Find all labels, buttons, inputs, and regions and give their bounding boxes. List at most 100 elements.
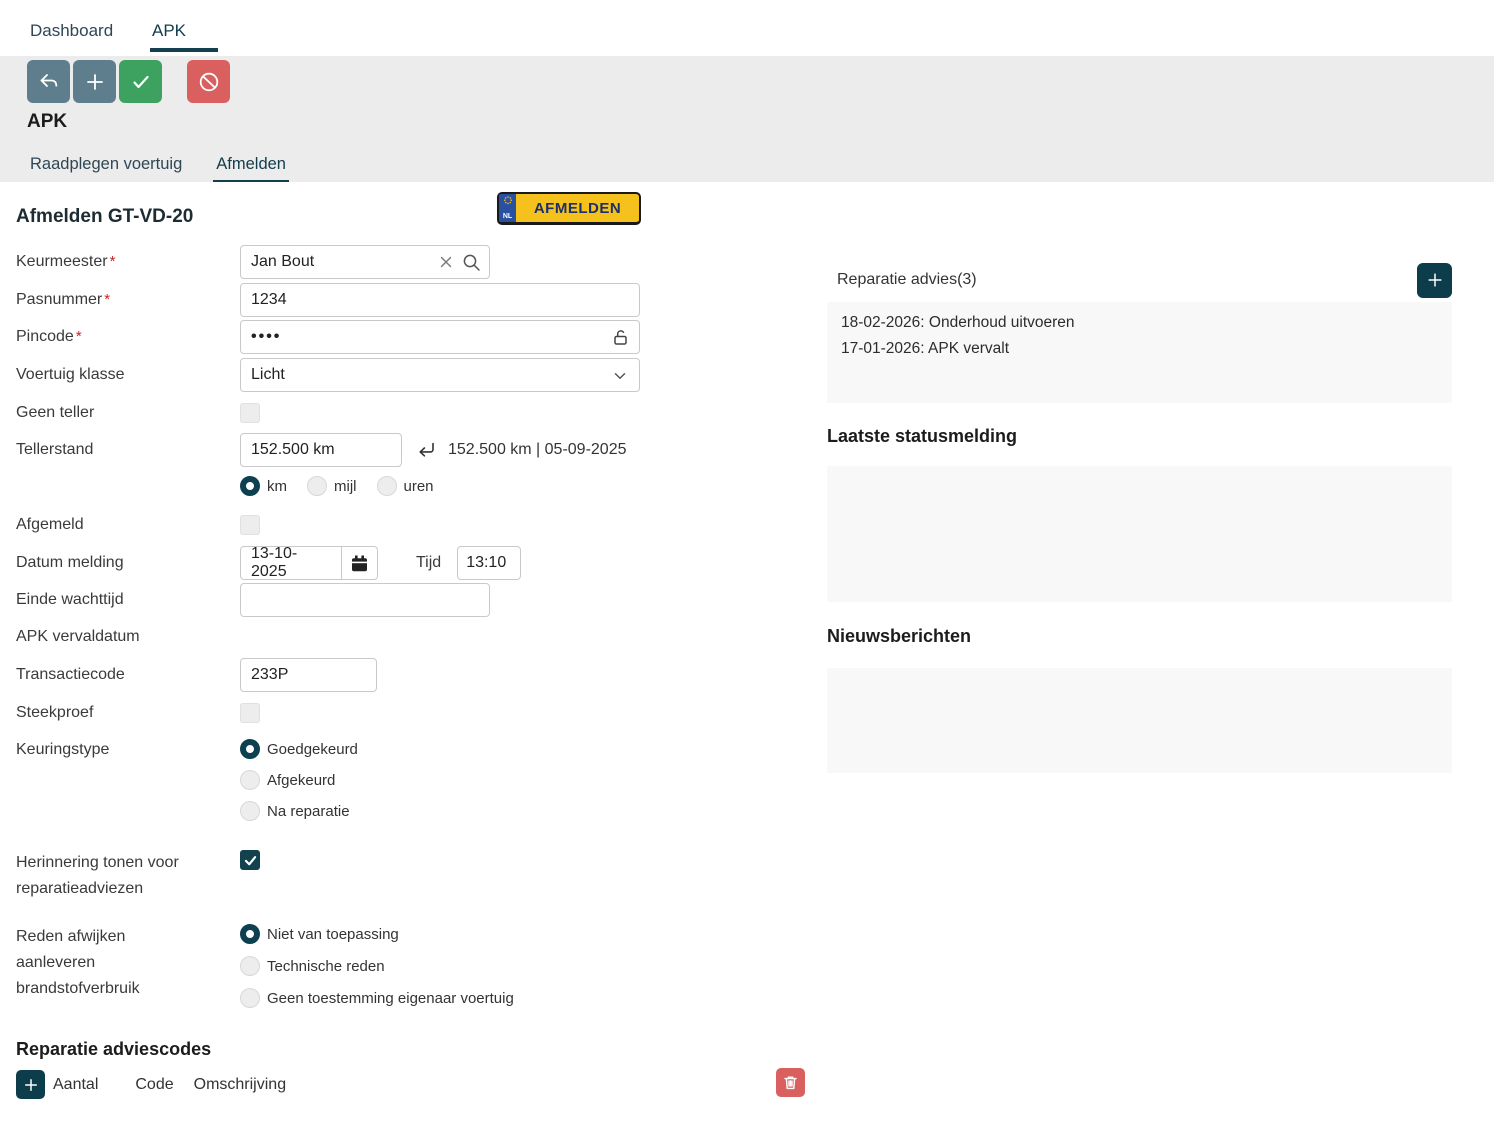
column-omschrijving: Omschrijving bbox=[194, 1076, 286, 1094]
apk-afmelden-screen: { "colors": { "accent_teal": "#0d3c4b", … bbox=[0, 0, 1494, 1143]
search-icon[interactable] bbox=[462, 253, 481, 272]
unit-option-km[interactable]: km bbox=[240, 476, 287, 496]
column-code: Code bbox=[135, 1076, 173, 1094]
add-reparatie-advies-button[interactable] bbox=[1417, 263, 1452, 298]
tijd-input[interactable] bbox=[457, 546, 521, 580]
voertuig-klasse-label: Voertuig klasse bbox=[16, 366, 240, 384]
add-button[interactable] bbox=[73, 60, 116, 103]
tellerstand-history: 152.500 km | 05-09-2025 bbox=[448, 441, 627, 459]
main-content: Afmelden GT-VD-20 NL AFMELDEN Keurmeeste… bbox=[0, 182, 1494, 1143]
unit-uren-label: uren bbox=[404, 478, 434, 495]
field-row-steekproef: Steekproef bbox=[16, 703, 260, 723]
plus-icon bbox=[83, 70, 107, 94]
copy-previous-value-icon[interactable] bbox=[416, 440, 436, 460]
field-row-einde-wachttijd: Einde wachttijd bbox=[16, 583, 490, 617]
field-row-reden-afwijken: Reden afwijken aanleveren brandstofverbr… bbox=[16, 924, 514, 1008]
pincode-label: Pincode* bbox=[16, 328, 240, 346]
field-row-datum-melding: Datum melding 13-10-2025 Tijd bbox=[16, 546, 521, 580]
field-row-voertuig-klasse: Voertuig klasse Licht bbox=[16, 358, 640, 392]
technische-reden-label: Technische reden bbox=[267, 958, 385, 975]
radio-uren[interactable] bbox=[377, 476, 397, 496]
column-aantal: Aantal bbox=[53, 1076, 98, 1094]
tellerstand-units: km mijl uren bbox=[240, 476, 434, 496]
geen-toestemming-label: Geen toestemming eigenaar voertuig bbox=[267, 990, 514, 1007]
keuringstype-option-afgekeurd[interactable]: Afgekeurd bbox=[240, 770, 358, 790]
herinnering-checkbox[interactable] bbox=[240, 850, 260, 870]
cancel-button[interactable] bbox=[187, 60, 230, 103]
action-toolbar bbox=[27, 60, 230, 103]
keurmeester-label: Keurmeester* bbox=[16, 253, 240, 271]
radio-geen-toestemming[interactable] bbox=[240, 988, 260, 1008]
goedgekeurd-label: Goedgekeurd bbox=[267, 741, 358, 758]
radio-na-reparatie[interactable] bbox=[240, 801, 260, 821]
field-row-transactiecode: Transactiecode bbox=[16, 658, 377, 692]
tellerstand-input[interactable] bbox=[240, 433, 402, 467]
radio-niet-van-toepassing[interactable] bbox=[240, 924, 260, 944]
einde-wachttijd-input[interactable] bbox=[240, 583, 490, 617]
unit-option-mijl[interactable]: mijl bbox=[307, 476, 357, 496]
reden-option-niet-van-toepassing[interactable]: Niet van toepassing bbox=[240, 924, 514, 944]
unlock-icon[interactable] bbox=[611, 328, 630, 347]
add-adviescode-button[interactable] bbox=[16, 1070, 45, 1099]
back-button[interactable] bbox=[27, 60, 70, 103]
reden-option-geen-toestemming[interactable]: Geen toestemming eigenaar voertuig bbox=[240, 988, 514, 1008]
subtab-afmelden[interactable]: Afmelden bbox=[213, 155, 289, 184]
plate-country-code: NL bbox=[503, 213, 512, 221]
plate-button-label: AFMELDEN bbox=[516, 194, 639, 222]
tab-dashboard[interactable]: Dashboard bbox=[30, 21, 113, 41]
voertuig-klasse-select[interactable]: Licht bbox=[240, 358, 640, 392]
pasnummer-label: Pasnummer* bbox=[16, 291, 240, 309]
afmelden-plate-button[interactable]: NL AFMELDEN bbox=[497, 192, 641, 225]
nieuwsberichten-title: Nieuwsberichten bbox=[827, 626, 971, 647]
back-icon bbox=[37, 70, 61, 94]
nieuwsberichten-box bbox=[827, 668, 1452, 773]
radio-km[interactable] bbox=[240, 476, 260, 496]
transactiecode-input[interactable] bbox=[240, 658, 377, 692]
datum-melding-datebox: 13-10-2025 bbox=[240, 546, 378, 580]
pincode-input[interactable] bbox=[240, 320, 640, 354]
geen-teller-checkbox[interactable] bbox=[240, 403, 260, 423]
afgemeld-checkbox[interactable] bbox=[240, 515, 260, 535]
reden-option-technische-reden[interactable]: Technische reden bbox=[240, 956, 514, 976]
reparatie-advies-title: Reparatie advies(3) bbox=[837, 271, 977, 289]
na-reparatie-label: Na reparatie bbox=[267, 803, 350, 820]
field-row-keuringstype: Keuringstype Goedgekeurd Afgekeurd Na re… bbox=[16, 739, 358, 821]
toolbar-band: APK Raadplegen voertuig Afmelden bbox=[0, 56, 1494, 182]
required-marker: * bbox=[76, 328, 82, 345]
field-row-tellerstand: Tellerstand 152.500 km | 05-09-2025 bbox=[16, 433, 627, 467]
plate-country-strip: NL bbox=[499, 194, 516, 222]
field-row-herinnering: Herinnering tonen voor reparatieadviezen bbox=[16, 850, 260, 902]
radio-goedgekeurd[interactable] bbox=[240, 739, 260, 759]
radio-mijl[interactable] bbox=[307, 476, 327, 496]
keuringstype-option-goedgekeurd[interactable]: Goedgekeurd bbox=[240, 739, 358, 759]
reparatie-advies-header: Reparatie advies(3) bbox=[827, 262, 1452, 298]
afgemeld-label: Afgemeld bbox=[16, 516, 240, 534]
einde-wachttijd-label: Einde wachttijd bbox=[16, 591, 240, 609]
page-title: APK bbox=[27, 111, 67, 133]
plus-icon bbox=[1425, 270, 1445, 290]
calendar-icon[interactable] bbox=[341, 547, 377, 579]
field-row-afgemeld: Afgemeld bbox=[16, 515, 260, 535]
field-row-geen-teller: Geen teller bbox=[16, 403, 260, 423]
reparatie-adviescodes-title: Reparatie adviescodes bbox=[16, 1039, 211, 1060]
confirm-button[interactable] bbox=[119, 60, 162, 103]
tijd-label: Tijd bbox=[416, 554, 441, 572]
steekproef-checkbox[interactable] bbox=[240, 703, 260, 723]
prohibited-icon bbox=[197, 70, 221, 94]
transactiecode-label: Transactiecode bbox=[16, 666, 240, 684]
clear-icon[interactable] bbox=[438, 254, 454, 270]
field-row-pincode: Pincode* bbox=[16, 320, 640, 354]
keuringstype-option-na-reparatie[interactable]: Na reparatie bbox=[240, 801, 358, 821]
top-tab-bar: Dashboard APK bbox=[0, 0, 1494, 56]
radio-technische-reden[interactable] bbox=[240, 956, 260, 976]
radio-afgekeurd[interactable] bbox=[240, 770, 260, 790]
reparatie-advies-list: 18-02-2026: Onderhoud uitvoeren 17-01-20… bbox=[827, 302, 1452, 403]
subtab-raadplegen-voertuig[interactable]: Raadplegen voertuig bbox=[27, 155, 185, 184]
subtabs: Raadplegen voertuig Afmelden bbox=[27, 155, 289, 184]
delete-adviescode-button[interactable] bbox=[776, 1068, 805, 1097]
datum-melding-value[interactable]: 13-10-2025 bbox=[241, 547, 341, 579]
tab-apk[interactable]: APK bbox=[152, 21, 186, 41]
pasnummer-input[interactable] bbox=[240, 283, 640, 317]
unit-option-uren[interactable]: uren bbox=[377, 476, 434, 496]
unit-mijl-label: mijl bbox=[334, 478, 357, 495]
